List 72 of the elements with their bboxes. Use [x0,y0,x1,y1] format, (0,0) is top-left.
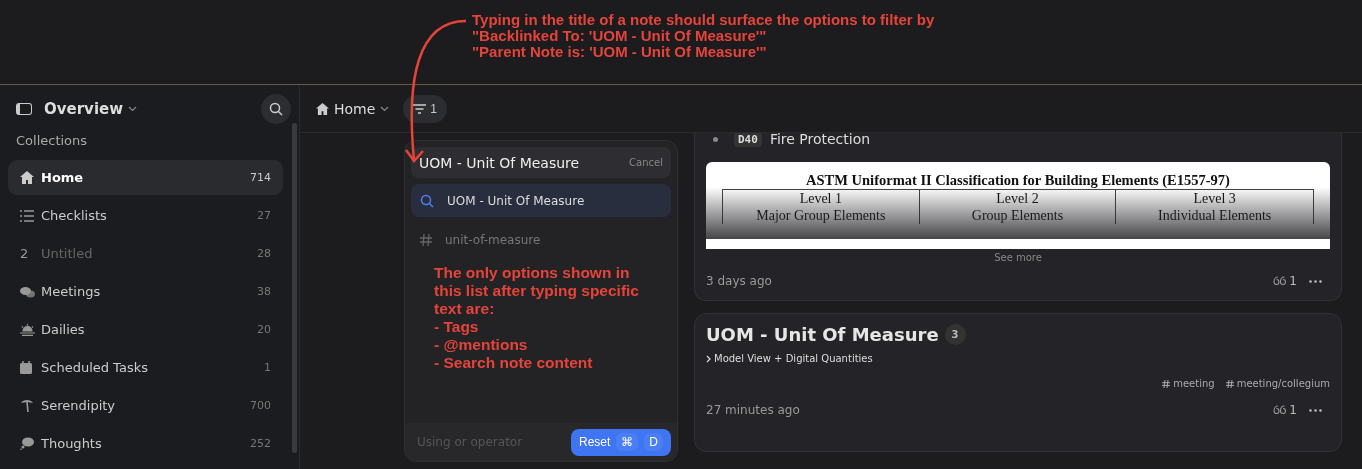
annotation-text: Typing in the title of a note should surface the options to filter by "Backlinked To: 'UOM - Unit Of Measure'" "Parent Note is: 'UOM - Unit Of Measure'" [472,12,935,62]
scrollbar[interactable] [292,123,297,453]
calendar-icon [20,361,32,374]
shortcut-key: D [644,433,663,451]
chevron-down-icon [380,105,390,112]
filter-option[interactable]: UOM - Unit Of Measure [411,184,671,217]
breadcrumb[interactable]: Model View + Digital Quantities [714,353,873,364]
item-count: 27 [257,209,271,222]
chevron-right-icon [706,354,711,363]
more-icon[interactable] [1309,408,1322,412]
see-more-link[interactable]: See more [706,252,1330,263]
sidebar-item[interactable]: Thoughts 252 [8,426,283,461]
sidebar-toggle-icon[interactable] [16,103,32,115]
note-card[interactable]: UOM - Unit Of Measure 3 Model View + Digital Quantities meeting meeting/collegium 27 minutes ago 1 [694,313,1342,452]
backlinks-count: 1 [1289,403,1297,417]
reset-button[interactable]: Reset ⌘ D [570,428,671,456]
sidebar-item[interactable]: Dailies 20 [8,312,283,347]
search-icon [420,193,434,208]
shortcut-key: ⌘ [616,433,639,451]
search-button[interactable] [261,94,291,124]
hash-icon [1225,379,1234,388]
home-icon [316,102,329,115]
item-count: 700 [250,399,271,412]
thought-bubble-icon [20,437,34,450]
filter-button[interactable]: 1 [403,94,448,123]
bullet-text: Fire Protection [769,133,871,147]
workspace-title[interactable]: Overview [44,100,124,118]
sunrise-icon [20,323,35,336]
chevron-down-icon[interactable] [128,106,138,112]
item-number: 2 [20,246,29,261]
item-count: 38 [257,285,271,298]
palm-tree-icon [20,399,34,412]
sidebar-item[interactable]: Scheduled Tasks 1 [8,350,283,385]
item-count: 28 [257,247,271,260]
chat-bubbles-icon [20,285,35,298]
filter-input[interactable]: UOM - Unit Of Measure Cancel [411,147,671,178]
note-title: UOM - Unit Of Measure [706,324,939,345]
tag[interactable]: meeting/collegium [1236,378,1330,389]
section-label: Collections [15,133,89,150]
timestamp: 3 days ago [706,274,773,288]
home-icon [20,171,34,184]
sidebar-item[interactable]: Meetings 38 [8,274,283,309]
filter-option[interactable]: unit-of-measure [411,223,671,256]
item-count: 1 [264,361,271,374]
sidebar-item[interactable]: Serendipity 700 [8,388,283,423]
more-icon[interactable] [1309,279,1322,283]
sidebar-item[interactable]: Checklists 27 [8,198,283,233]
note-card[interactable]: D40 Fire Protection ASTM Uniformat II Classification for Building Elements (E1557-97) Level 1 Major Group Elements Level 2 Group Elements Level 3 Individual Elements See more 3 days ago 1 [694,133,1342,301]
image-column-header: Level 2 Group Elements [919,190,1117,224]
backlinks-count: 1 [1289,274,1297,288]
code-chip: D40 [734,133,762,147]
image-column-header: Level 1 Major Group Elements [723,190,920,224]
sidebar-item[interactable]: Home 714 [8,160,283,195]
cancel-link[interactable]: Cancel [629,157,663,168]
image-column-header: Level 3 Individual Elements [1157,190,1273,224]
hash-icon [420,233,432,246]
quote-icon[interactable] [1273,275,1287,287]
item-count: 20 [257,323,271,336]
filter-icon [413,103,427,114]
search-icon [269,102,283,116]
image-title: ASTM Uniformat II Classification for Building Elements (E1557-97) [805,172,1231,189]
item-count: 714 [250,171,271,184]
collection-selector[interactable]: Home [316,100,390,117]
item-count: 252 [250,437,271,450]
tag[interactable]: meeting [1173,378,1215,389]
count-badge: 3 [944,324,966,345]
hash-icon [1162,379,1171,388]
list-icon [20,209,34,222]
quote-icon[interactable] [1273,404,1287,416]
timestamp: 27 minutes ago [706,403,801,417]
annotation-note: The only options shown in this list after typing specific text are: - Tags - @mentions - Search note content [434,264,640,373]
bullet-icon [713,136,718,142]
